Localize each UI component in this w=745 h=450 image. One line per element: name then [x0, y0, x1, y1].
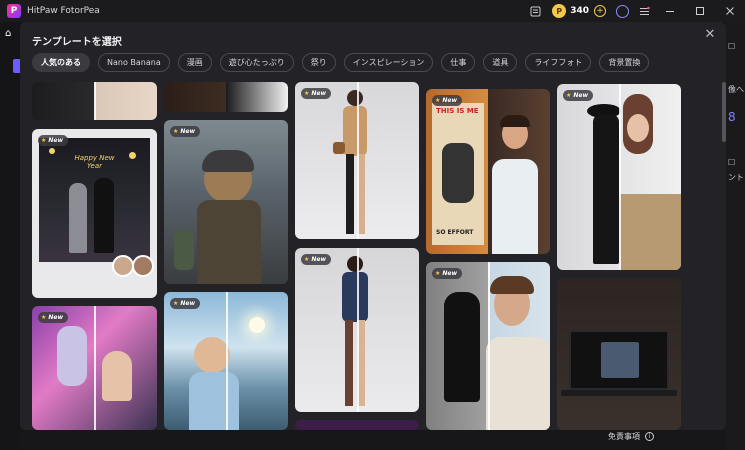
- category-tabs: 人気のある Nano Banana 漫画 遊び心たっぷり 祭り インスピレーショ…: [32, 53, 657, 73]
- template-card[interactable]: [164, 82, 288, 112]
- template-card[interactable]: ★ New: [32, 306, 157, 430]
- template-grid: Happy New Year ★ New ★ New ★ New ★ New ★…: [32, 82, 722, 430]
- poster-title: THIS IS ME: [436, 107, 479, 115]
- template-card[interactable]: ★ New: [295, 248, 419, 412]
- tab-inspiration[interactable]: インスピレーション: [343, 53, 434, 72]
- app-window: P HitPaw FotorPea P 340 + ⌂ ☐ 像へ 8 ☐ ント …: [0, 0, 745, 450]
- tab-work[interactable]: 仕事: [441, 53, 476, 72]
- right-panel-active-icon: 8: [728, 110, 736, 124]
- tab-life-photo[interactable]: ライフフォト: [525, 53, 592, 72]
- scrollbar-thumb[interactable]: [722, 82, 726, 142]
- title-bar-controls: P 340 +: [524, 0, 745, 22]
- coin-icon: P: [552, 4, 567, 18]
- template-card[interactable]: ★ New: [426, 262, 550, 430]
- tab-popular[interactable]: 人気のある: [32, 53, 90, 72]
- poster-subtitle: SO EFFORT: [436, 229, 474, 236]
- tab-background-replace[interactable]: 背景置換: [599, 53, 650, 72]
- template-card[interactable]: ★ New: [295, 82, 419, 239]
- new-badge: ★ New: [301, 254, 332, 265]
- home-icon[interactable]: ⌂: [5, 28, 11, 39]
- right-panel-icon2: ☐: [728, 158, 736, 167]
- right-panel: ☐ 像へ 8 ☐ ント: [726, 22, 745, 450]
- new-badge: ★ New: [170, 298, 201, 309]
- right-panel-item1[interactable]: 像へ: [728, 84, 744, 95]
- new-badge: ★ New: [432, 268, 463, 279]
- template-card[interactable]: [557, 278, 681, 430]
- tab-festival[interactable]: 祭り: [301, 53, 336, 72]
- close-window-button[interactable]: [715, 0, 745, 22]
- credits-count: 340: [570, 6, 589, 16]
- info-icon[interactable]: i: [645, 432, 654, 441]
- template-select-modal: テンプレートを選択 ✕ 人気のある Nano Banana 漫画 遊び心たっぷり…: [20, 22, 726, 430]
- template-card[interactable]: [32, 82, 157, 120]
- tab-tools[interactable]: 道具: [483, 53, 518, 72]
- new-badge: ★ New: [38, 135, 69, 146]
- tab-manga[interactable]: 漫画: [177, 53, 212, 72]
- credits-display[interactable]: P 340 +: [552, 4, 606, 18]
- menu-icon[interactable]: [633, 0, 655, 22]
- template-card[interactable]: ★ New: [164, 120, 288, 284]
- tab-playful[interactable]: 遊び心たっぷり: [219, 53, 294, 72]
- disclaimer-label: 免責事項: [608, 432, 640, 441]
- left-sidebar: ⌂: [0, 22, 21, 450]
- template-card[interactable]: Happy New Year ★ New: [32, 129, 157, 298]
- minimize-button[interactable]: [655, 0, 685, 22]
- new-badge: ★ New: [170, 126, 201, 137]
- app-logo-icon: P: [7, 4, 21, 18]
- newyear-text: Happy New Year: [74, 154, 115, 170]
- modal-close-button[interactable]: ✕: [703, 27, 717, 42]
- right-panel-item2[interactable]: ント: [728, 172, 744, 183]
- new-badge: ★ New: [432, 95, 463, 106]
- disclaimer-link[interactable]: 免責事項 i: [608, 431, 654, 442]
- app-title: HitPaw FotorPea: [27, 6, 100, 16]
- tab-nano-banana[interactable]: Nano Banana: [98, 53, 170, 72]
- new-badge: ★ New: [563, 90, 594, 101]
- template-card[interactable]: ★ New: [164, 292, 288, 430]
- new-badge: ★ New: [38, 312, 69, 323]
- new-badge: ★ New: [301, 88, 332, 99]
- task-list-icon[interactable]: [524, 0, 546, 22]
- user-avatar-icon[interactable]: [616, 4, 629, 18]
- maximize-button[interactable]: [685, 0, 715, 22]
- add-credits-icon[interactable]: +: [594, 5, 606, 17]
- template-card[interactable]: ★ New: [557, 84, 681, 270]
- template-card[interactable]: THIS IS ME SO EFFORT ★ New: [426, 89, 550, 254]
- right-panel-icon: ☐: [728, 42, 736, 51]
- modal-title: テンプレートを選択: [32, 37, 122, 48]
- title-bar: P HitPaw FotorPea P 340 +: [0, 0, 745, 22]
- template-card[interactable]: [295, 420, 419, 430]
